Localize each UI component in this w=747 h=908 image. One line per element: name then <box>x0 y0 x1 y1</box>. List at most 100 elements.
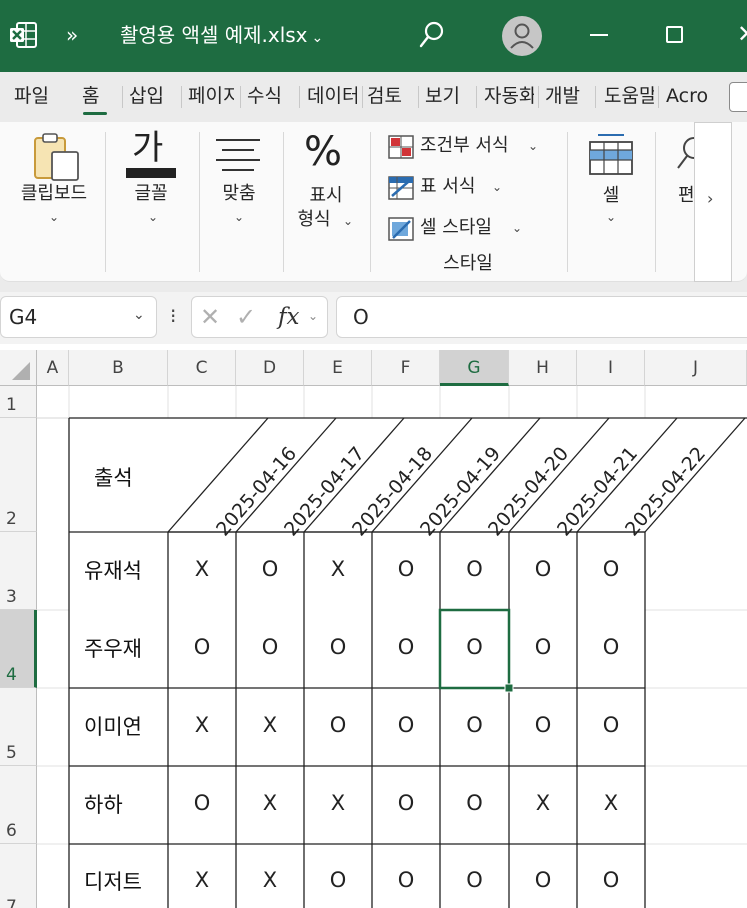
maximize-button[interactable] <box>666 26 683 43</box>
attendance-mark[interactable]: O <box>372 635 440 659</box>
attendance-mark[interactable]: O <box>304 713 372 737</box>
tab-developer[interactable]: 개발 <box>545 84 589 108</box>
chevron-down-icon: ⌄ <box>133 307 145 323</box>
formula-bar-resize-handle[interactable]: ⁝ <box>170 304 176 328</box>
tab-acrobat[interactable]: Acro <box>666 84 724 108</box>
clipboard-icon[interactable] <box>32 132 80 182</box>
attendance-mark[interactable]: O <box>440 713 509 737</box>
attendance-mark[interactable]: O <box>577 635 645 659</box>
number-format-label-1[interactable]: 표시 <box>298 184 354 208</box>
tab-data[interactable]: 데이터 <box>307 84 357 108</box>
attendance-mark[interactable]: O <box>440 635 509 659</box>
minimize-button[interactable] <box>590 34 608 36</box>
excel-app-icon[interactable] <box>8 20 38 50</box>
attendance-mark[interactable]: O <box>440 868 509 892</box>
tab-home[interactable]: 홈 <box>82 84 112 108</box>
tab-overflow-frame[interactable] <box>729 82 747 112</box>
spreadsheet-grid[interactable]: ABCDEFGHIJ 1234567 출석 2025-04-16 2025-04-1… <box>0 344 747 908</box>
attendance-mark[interactable]: O <box>372 791 440 815</box>
attendance-mark[interactable]: O <box>440 557 509 581</box>
tab-formulas[interactable]: 수식 <box>247 84 291 108</box>
attendance-mark[interactable]: X <box>168 713 236 737</box>
chevron-down-icon[interactable]: ⌄ <box>343 214 353 228</box>
chevron-down-icon: ⌄ <box>512 221 523 235</box>
attendance-mark[interactable]: O <box>372 713 440 737</box>
attendance-mark[interactable]: X <box>236 791 304 815</box>
person-name[interactable]: 유재석 <box>84 555 142 585</box>
person-name[interactable]: 디저트 <box>84 866 142 896</box>
tab-separator <box>240 86 241 108</box>
cells-label[interactable]: 셀 <box>588 184 634 208</box>
diagonal-border <box>576 417 678 533</box>
ribbon-scroll-right-button[interactable]: › <box>694 122 732 282</box>
quick-access-overflow-icon[interactable]: » <box>66 22 78 48</box>
attendance-mark[interactable]: X <box>509 791 577 815</box>
font-glyph-icon[interactable]: 가 <box>132 128 163 168</box>
format-as-table-button[interactable]: 표 서식 ⌄ <box>388 173 508 203</box>
align-icon[interactable] <box>214 136 262 176</box>
attendance-mark[interactable]: O <box>168 791 236 815</box>
fill-handle[interactable] <box>504 683 514 693</box>
attendance-mark[interactable]: O <box>304 868 372 892</box>
search-icon[interactable] <box>418 20 446 50</box>
conditional-formatting-button[interactable]: 조건부 서식 ⌄ <box>388 132 550 162</box>
attendance-mark[interactable]: O <box>440 791 509 815</box>
tab-view[interactable]: 보기 <box>425 84 469 108</box>
close-button[interactable]: ✕ <box>737 22 747 46</box>
clipboard-label[interactable]: 클립보드 <box>12 182 96 206</box>
attendance-mark[interactable]: O <box>577 868 645 892</box>
attendance-mark[interactable]: X <box>168 557 236 581</box>
tab-page-layout[interactable]: 페이지 <box>188 84 234 108</box>
attendance-mark[interactable]: X <box>304 557 372 581</box>
attendance-mark[interactable]: O <box>168 635 236 659</box>
attendance-mark[interactable]: O <box>577 713 645 737</box>
attendance-mark[interactable]: O <box>509 713 577 737</box>
attendance-header-label[interactable]: 출석 <box>94 462 133 492</box>
percent-icon[interactable]: % <box>304 128 342 176</box>
ribbon-tabs: 파일 홈 삽입 페이지 수식 데이터 검토 보기 자동화 개발 도움말 Acro <box>0 72 747 122</box>
attendance-mark[interactable]: O <box>577 557 645 581</box>
cancel-icon[interactable]: ✕ <box>200 303 220 331</box>
chevron-down-icon[interactable]: ⌄ <box>234 210 244 224</box>
chevron-down-icon[interactable]: ⌄ <box>49 210 59 224</box>
attendance-mark[interactable]: X <box>236 868 304 892</box>
tab-file[interactable]: 파일 <box>14 84 64 108</box>
align-label[interactable]: 맞춤 <box>206 182 272 206</box>
attendance-mark[interactable]: O <box>236 635 304 659</box>
attendance-mark[interactable]: O <box>236 557 304 581</box>
person-name[interactable]: 이미연 <box>84 711 142 741</box>
user-avatar[interactable] <box>502 16 542 56</box>
insert-function-icon[interactable]: fx <box>278 303 299 331</box>
attendance-mark[interactable]: O <box>509 557 577 581</box>
tab-help[interactable]: 도움말 <box>604 84 654 108</box>
cell-styles-button[interactable]: 셀 스타일 ⌄ <box>388 214 528 244</box>
tab-review[interactable]: 검토 <box>367 84 411 108</box>
enter-check-icon[interactable]: ✓ <box>236 303 256 331</box>
person-name[interactable]: 하하 <box>84 789 123 819</box>
tab-automate[interactable]: 자동화 <box>484 84 534 108</box>
attendance-mark[interactable]: X <box>236 713 304 737</box>
search-magnifier-icon[interactable] <box>672 134 696 174</box>
diagonal-border <box>508 417 610 533</box>
tab-insert[interactable]: 삽입 <box>129 84 171 108</box>
attendance-mark[interactable]: O <box>509 635 577 659</box>
number-format-label-2[interactable]: 형식 <box>286 208 342 232</box>
attendance-mark[interactable]: O <box>372 868 440 892</box>
attendance-mark[interactable]: X <box>168 868 236 892</box>
chevron-down-icon[interactable]: ⌄ <box>148 210 158 224</box>
attendance-mark[interactable]: O <box>509 868 577 892</box>
name-box[interactable]: G4 ⌄ <box>0 296 157 338</box>
person-name[interactable]: 주우재 <box>84 633 142 663</box>
attendance-mark[interactable]: O <box>372 557 440 581</box>
chevron-down-icon[interactable]: ⌄ <box>308 309 318 323</box>
chevron-down-icon[interactable]: ⌄ <box>606 210 616 224</box>
cells-icon[interactable] <box>588 132 634 178</box>
document-title[interactable]: 촬영용 액셀 예제.xlsx ⌄ <box>120 22 323 51</box>
tab-separator <box>122 86 123 108</box>
attendance-mark[interactable]: O <box>304 635 372 659</box>
formula-input[interactable]: O <box>336 296 747 338</box>
font-label[interactable]: 글꼴 <box>118 182 184 206</box>
attendance-mark[interactable]: X <box>577 791 645 815</box>
attendance-mark[interactable]: X <box>304 791 372 815</box>
editing-label[interactable]: 편 <box>678 184 694 208</box>
